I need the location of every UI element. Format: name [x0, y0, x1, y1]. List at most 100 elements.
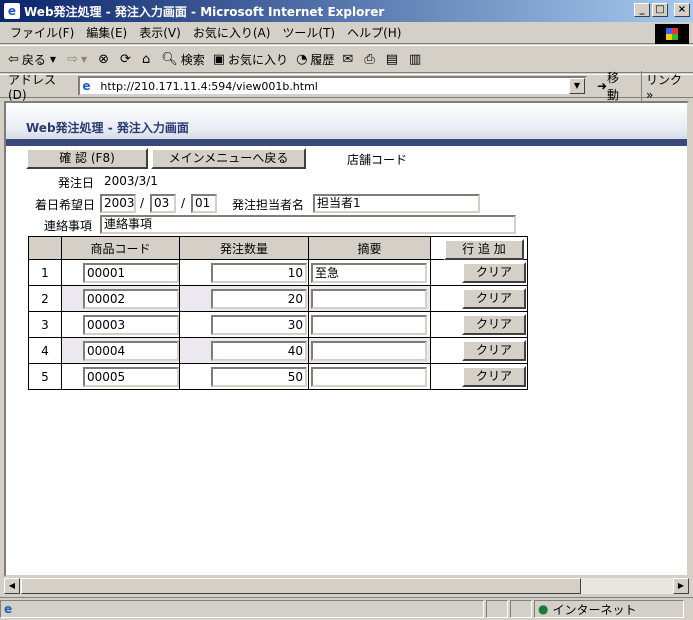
code-cell: 00003 — [61, 311, 180, 338]
menu-favorites[interactable]: お気に入り(A) — [193, 24, 271, 41]
windows-logo-icon — [655, 24, 689, 44]
qty-input[interactable]: 10 — [211, 263, 307, 283]
clear-button[interactable]: クリア — [462, 366, 526, 387]
address-dropdown-icon[interactable]: ▼ — [568, 78, 585, 94]
stop-button[interactable]: ⊗ — [98, 52, 112, 67]
person-label: 発注担当者名 — [232, 198, 305, 212]
memo-input[interactable] — [311, 289, 427, 309]
add-row-button[interactable]: 行 追 加 — [444, 239, 524, 260]
code-input[interactable]: 00002 — [83, 289, 179, 309]
dropdown-arrow-icon: ▼ — [80, 54, 88, 64]
back-label: 戻る — [21, 52, 46, 67]
scrollbar-thumb[interactable] — [21, 578, 581, 594]
order-date-label: 発注日 — [58, 176, 95, 190]
address-input[interactable]: e http://210.171.11.4:594/view001b.html … — [78, 76, 587, 96]
memo-input[interactable]: 至急 — [311, 263, 427, 283]
ie-icon: e — [4, 3, 20, 19]
person-input[interactable]: 担当者1 — [313, 194, 480, 213]
memo-input[interactable] — [311, 315, 427, 335]
search-icon: 🔍︎ — [161, 51, 178, 67]
scroll-right-icon[interactable]: ▶ — [673, 578, 689, 594]
back-arrow-icon: ⇦ — [8, 51, 19, 67]
clear-button[interactable]: クリア — [462, 340, 526, 361]
print-icon: ⎙ — [364, 51, 375, 67]
menu-file[interactable]: ファイル(F) — [10, 24, 74, 41]
memo-input[interactable] — [311, 341, 427, 361]
edit-button[interactable]: ▤ — [386, 52, 401, 67]
close-button[interactable]: × — [674, 3, 690, 17]
clear-button[interactable]: クリア — [462, 314, 526, 335]
back-button[interactable]: ⇦ 戻る ▼ — [8, 51, 59, 68]
desired-day-input[interactable]: 01 — [191, 194, 217, 213]
table-row: 5 00005 50 クリア — [28, 363, 528, 390]
history-button[interactable]: ◔ 履歴 — [296, 51, 334, 68]
qty-cell: 40 — [179, 337, 309, 364]
qty-input[interactable]: 40 — [211, 341, 307, 361]
horizontal-scrollbar[interactable]: ◀ ▶ — [4, 577, 689, 594]
mail-icon: ✉ — [342, 51, 354, 67]
forward-button[interactable]: ⇨ ▼ — [67, 52, 90, 67]
confirm-button[interactable]: 確 認 (F8) — [26, 148, 148, 169]
favorites-icon: ▣ — [212, 51, 226, 67]
code-input[interactable]: 00004 — [83, 341, 179, 361]
links-button[interactable]: リンク » — [640, 70, 693, 102]
table-header-row: 商品コード 発注数量 摘要 行 追 加 — [28, 236, 528, 260]
code-cell: 00002 — [61, 285, 180, 312]
row-number: 3 — [28, 311, 62, 338]
refresh-button[interactable]: ⟳ — [120, 52, 134, 67]
toolbar: ⇦ 戻る ▼ ⇨ ▼ ⊗ ⟳ ⌂ 🔍︎ 検索 ▣ お気に入り ◔ 履歴 ✉ ⎙ … — [0, 45, 693, 73]
code-input[interactable]: 00003 — [83, 315, 179, 335]
window-title: Web発注処理 - 発注入力画面 - Microsoft Internet Ex… — [24, 4, 385, 19]
qty-input[interactable]: 30 — [211, 315, 307, 335]
scroll-left-icon[interactable]: ◀ — [4, 578, 20, 594]
maximize-button[interactable]: □ — [652, 3, 668, 17]
qty-input[interactable]: 50 — [211, 367, 307, 387]
desired-date-label: 着日希望日 — [35, 198, 96, 212]
edit-icon: ▤ — [385, 51, 399, 67]
page-status-icon: e — [4, 602, 13, 616]
code-input[interactable]: 00001 — [83, 263, 179, 283]
main-menu-button[interactable]: メインメニューへ戻る — [151, 148, 306, 169]
search-label: 検索 — [180, 52, 205, 67]
code-cell: 00001 — [61, 259, 180, 286]
clear-button[interactable]: クリア — [462, 262, 526, 283]
desired-year-input[interactable]: 2003 — [100, 194, 136, 213]
menu-help[interactable]: ヘルプ(H) — [347, 24, 401, 41]
page-title: Web発注処理 - 発注入力画面 — [26, 121, 189, 135]
order-date-value: 2003/3/1 — [104, 174, 158, 188]
menu-view[interactable]: 表示(V) — [139, 24, 181, 41]
memo-input[interactable] — [311, 367, 427, 387]
notes-input[interactable]: 連絡事項 — [100, 215, 516, 234]
notes-label: 連絡事項 — [44, 219, 93, 233]
menu-tools[interactable]: ツール(T) — [282, 24, 335, 41]
store-code-label: 店舗コード — [347, 153, 408, 167]
minimize-button[interactable]: _ — [634, 3, 650, 17]
go-button[interactable]: 移動 — [607, 69, 631, 103]
memo-cell — [308, 311, 431, 338]
action-cell: クリア — [430, 363, 528, 390]
favorites-button[interactable]: ▣ お気に入り — [213, 51, 288, 68]
clear-button[interactable]: クリア — [462, 288, 526, 309]
desired-month-input[interactable]: 03 — [150, 194, 176, 213]
table-header-action: 行 追 加 — [430, 236, 528, 260]
menu-edit[interactable]: 編集(E) — [86, 24, 127, 41]
refresh-icon: ⟳ — [120, 51, 131, 67]
go-icon: ➜ — [596, 79, 608, 93]
code-input[interactable]: 00005 — [83, 367, 179, 387]
table-row: 2 00002 20 クリア — [28, 285, 528, 312]
qty-cell: 10 — [179, 259, 309, 286]
qty-cell: 30 — [179, 311, 309, 338]
home-button[interactable]: ⌂ — [142, 52, 153, 67]
search-button[interactable]: 🔍︎ 検索 — [161, 51, 205, 68]
qty-input[interactable]: 20 — [211, 289, 307, 309]
qty-cell: 20 — [179, 285, 309, 312]
discuss-button[interactable]: ▥ — [409, 52, 424, 67]
memo-cell: 至急 — [308, 259, 431, 286]
mail-button[interactable]: ✉ — [342, 52, 356, 67]
row-number: 5 — [28, 363, 62, 390]
table-row: 3 00003 30 クリア — [28, 311, 528, 338]
row-number: 4 — [28, 337, 62, 364]
print-button[interactable]: ⎙ — [364, 52, 377, 67]
status-pane — [510, 600, 532, 618]
table-header-qty: 発注数量 — [179, 236, 309, 260]
